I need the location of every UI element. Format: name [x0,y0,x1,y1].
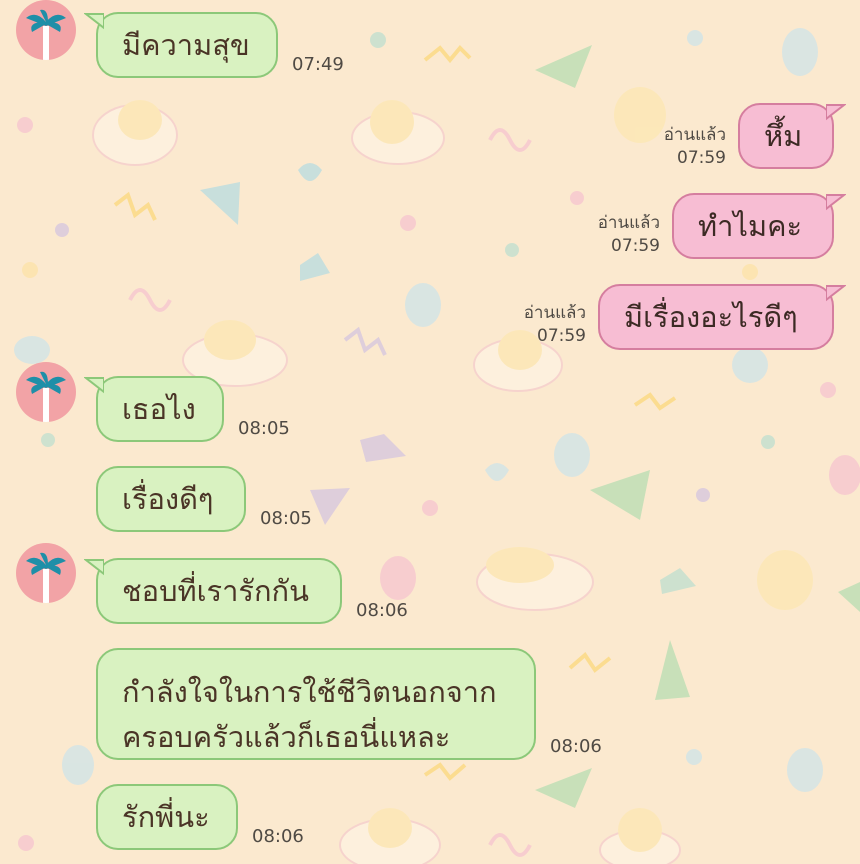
read-receipt: อ่านแล้ว 07:59 [640,124,726,170]
incoming-message-bubble[interactable]: เรื่องดีๆ [96,466,246,532]
read-status: อ่านแล้ว [663,125,726,145]
outgoing-message-bubble[interactable]: ทำไมคะ [672,193,834,259]
message-time: 07:49 [292,54,344,75]
message-text: หึ้ม [764,118,803,153]
message-time: 07:59 [677,148,726,168]
message-text: ชอบที่เรารักกัน [122,573,309,608]
message-time: 07:59 [611,236,660,256]
incoming-message-bubble[interactable]: เธอไง [96,376,224,442]
outgoing-message-bubble[interactable]: หึ้ม [738,103,834,169]
palm-tree-icon [26,9,66,60]
bubble-tail [84,13,104,30]
sender-avatar[interactable] [16,543,76,603]
bubble-tail [84,377,104,394]
read-receipt: อ่านแล้ว 07:59 [574,212,660,258]
palm-tree-icon [26,371,66,422]
outgoing-message-bubble[interactable]: มีเรื่องอะไรดีๆ [598,284,834,350]
read-status: อ่านแล้ว [523,303,586,323]
incoming-message-bubble[interactable]: กำลังใจในการใช้ชีวิตนอกจาก ครอบครัวแล้วก… [96,648,536,760]
bubble-tail [826,285,846,302]
message-time: 08:06 [550,736,602,757]
palm-tree-icon [26,552,66,603]
message-time: 08:05 [238,418,290,439]
incoming-message-bubble[interactable]: มีความสุข [96,12,278,78]
message-text: มีความสุข [122,27,250,62]
read-receipt: อ่านแล้ว 07:59 [500,302,586,348]
incoming-message-bubble[interactable]: ชอบที่เรารักกัน [96,558,342,624]
message-text: กำลังใจในการใช้ชีวิตนอกจาก ครอบครัวแล้วก… [122,675,497,754]
message-text: ทำไมคะ [698,208,803,243]
message-time: 07:59 [537,326,586,346]
bubble-tail [84,559,104,576]
bubble-tail [826,104,846,121]
message-text: รักพี่นะ [122,799,210,834]
message-time: 08:05 [260,508,312,529]
bubble-tail [826,194,846,211]
message-time: 08:06 [252,826,304,847]
sender-avatar[interactable] [16,362,76,422]
message-text: เรื่องดีๆ [122,481,214,516]
message-text: เธอไง [122,391,196,426]
read-status: อ่านแล้ว [597,213,660,233]
message-time: 08:06 [356,600,408,621]
sender-avatar[interactable] [16,0,76,60]
incoming-message-bubble[interactable]: รักพี่นะ [96,784,238,850]
message-text: มีเรื่องอะไรดีๆ [624,299,798,334]
